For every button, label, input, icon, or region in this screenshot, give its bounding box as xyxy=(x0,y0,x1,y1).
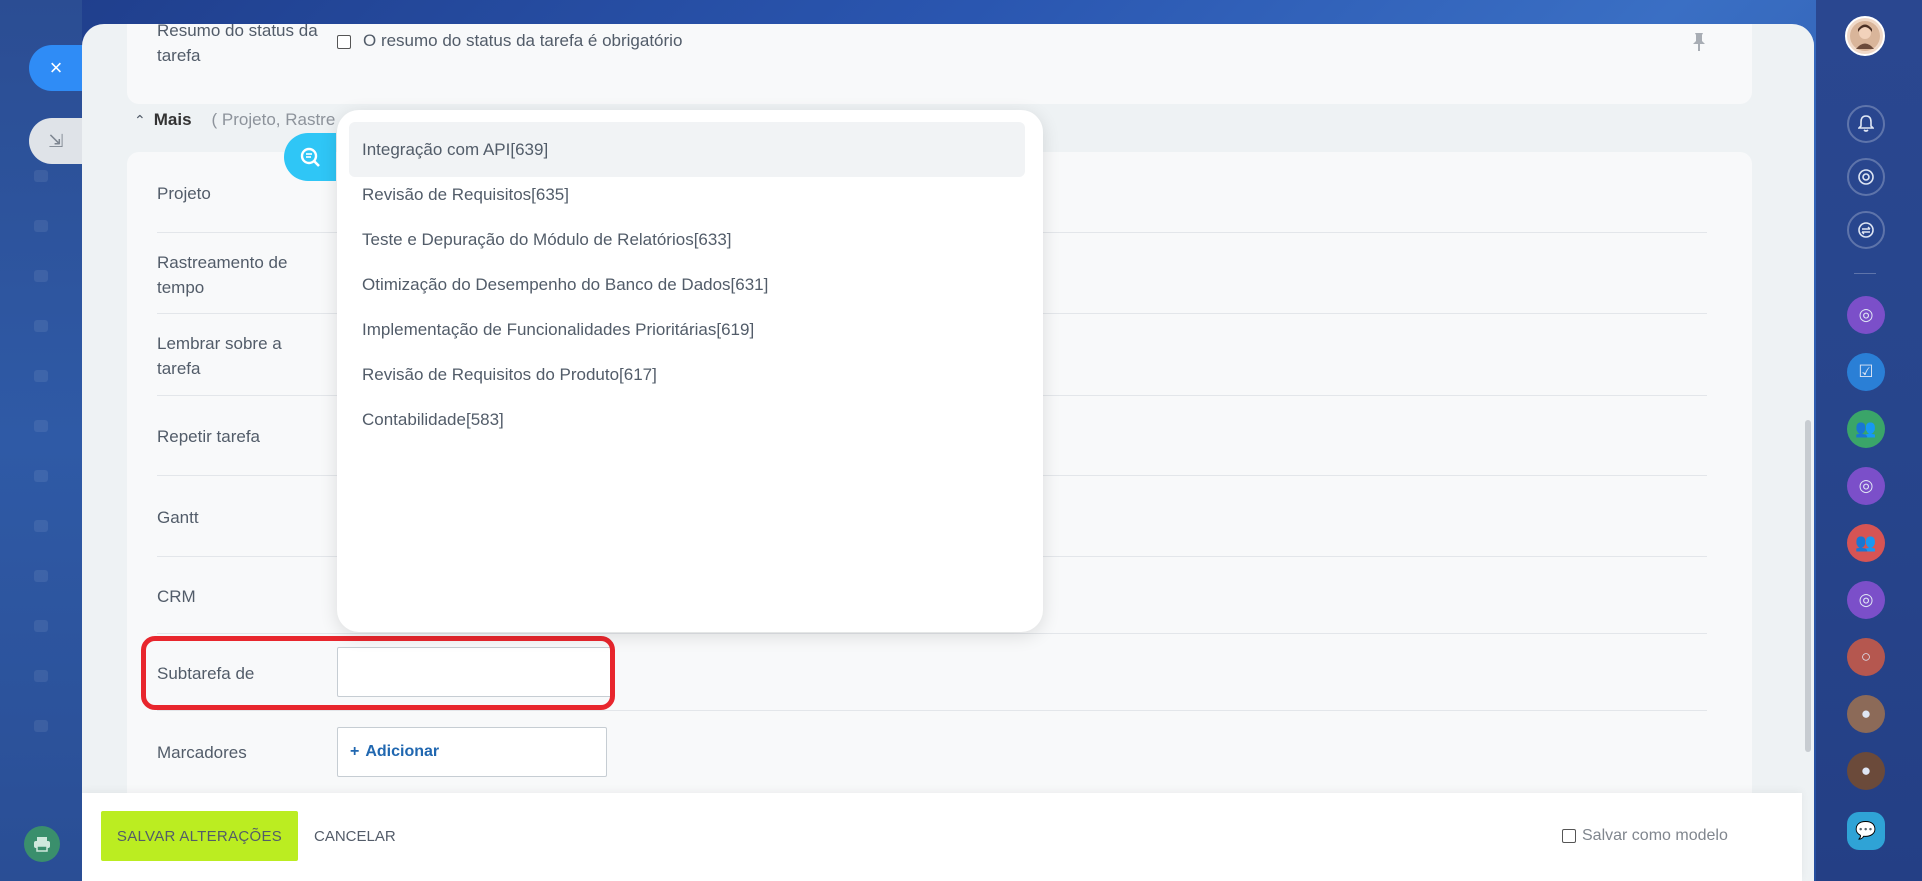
chat-button[interactable]: ○ xyxy=(1847,638,1885,676)
dropdown-option[interactable]: Contabilidade[583] xyxy=(349,392,1025,447)
status-summary-checkbox-label: O resumo do status da tarefa é obrigatór… xyxy=(363,31,683,50)
collapse-slider-button[interactable]: ⇲ xyxy=(29,118,83,164)
tags-label: Marcadores xyxy=(157,743,247,762)
dim-icon xyxy=(34,520,48,532)
close-slider-button[interactable]: × xyxy=(29,45,83,91)
circle-icon: ○ xyxy=(1860,647,1872,666)
plus-icon: + xyxy=(350,743,360,760)
dim-icon xyxy=(34,720,48,732)
chat-channel-button[interactable]: ◎ xyxy=(1847,467,1885,505)
bell-icon xyxy=(1858,115,1874,132)
save-changes-button[interactable]: SALVAR ALTERAÇÕES xyxy=(101,811,298,861)
dim-icon xyxy=(34,420,48,432)
save-as-template-label: Salvar como modelo xyxy=(1582,827,1728,844)
collapse-icon: ⇲ xyxy=(48,130,64,151)
chat-bubble-icon: 💬 xyxy=(1855,821,1877,840)
project-label: Projeto xyxy=(157,184,211,203)
contact-avatar[interactable]: ● xyxy=(1847,695,1885,733)
group-chat-button[interactable]: 👥 xyxy=(1847,524,1885,562)
close-icon: × xyxy=(49,55,63,80)
task-suggestion-dropdown: Integração com API[639] Revisão de Requi… xyxy=(337,110,1043,632)
save-as-template-toggle[interactable]: Salvar como modelo xyxy=(1562,827,1728,845)
print-button[interactable] xyxy=(24,826,60,862)
dim-icon xyxy=(34,170,48,182)
task-edit-panel: Resumo do status da tarefa O resumo do s… xyxy=(82,24,1814,881)
row-divider xyxy=(157,633,1707,634)
pin-icon[interactable] xyxy=(1692,32,1706,57)
channel-icon: ◎ xyxy=(1858,305,1874,324)
dim-icon xyxy=(34,220,48,232)
user-avatar[interactable] xyxy=(1845,16,1885,56)
status-summary-checkbox[interactable] xyxy=(337,35,351,49)
contact-avatar[interactable]: ● xyxy=(1847,752,1885,790)
notifications-button[interactable] xyxy=(1847,105,1885,143)
more-hint: ( Projeto, Rastre xyxy=(211,110,336,129)
chat-channel-button[interactable]: ◎ xyxy=(1847,296,1885,334)
channel-icon: ◎ xyxy=(1858,590,1874,609)
form-footer: SALVAR ALTERAÇÕES CANCELAR Salvar como m… xyxy=(82,793,1802,881)
add-tag-button[interactable]: + Adicionar xyxy=(337,727,607,777)
channel-icon: ◎ xyxy=(1858,476,1874,495)
dim-icon xyxy=(34,670,48,682)
printer-icon xyxy=(34,837,50,852)
rail-divider xyxy=(1854,273,1876,274)
group-chat-button[interactable]: 👥 xyxy=(1847,410,1885,448)
highlight-box xyxy=(141,636,615,710)
tasks-chat-button[interactable]: ☑ xyxy=(1847,353,1885,391)
search-icon xyxy=(300,147,320,167)
task-check-icon: ☑ xyxy=(1858,362,1874,381)
crm-label: CRM xyxy=(157,587,196,606)
dim-icon xyxy=(34,270,48,282)
group-icon: 👥 xyxy=(1855,419,1877,438)
dim-icon xyxy=(34,370,48,382)
save-as-template-checkbox[interactable] xyxy=(1562,829,1576,843)
dim-icon xyxy=(34,620,48,632)
status-summary-label: Resumo do status da tarefa xyxy=(157,24,318,65)
dim-icon xyxy=(34,570,48,582)
person-avatar-icon: ● xyxy=(1860,704,1872,723)
dim-icon xyxy=(34,470,48,482)
target-icon xyxy=(1858,169,1874,185)
dim-icon xyxy=(34,320,48,332)
repeat-task-label: Repetir tarefa xyxy=(157,427,260,446)
avatar-image xyxy=(1850,21,1880,51)
more-toggle[interactable]: ⌃ Mais ( Projeto, Rastre xyxy=(134,110,335,130)
group-icon: 👥 xyxy=(1855,533,1877,552)
gantt-label: Gantt xyxy=(157,508,199,527)
messenger-button[interactable]: 💬 xyxy=(1847,812,1885,850)
sync-button[interactable] xyxy=(1847,211,1885,249)
chat-channel-button[interactable]: ◎ xyxy=(1847,581,1885,619)
time-tracking-label: Rastreamento de tempo xyxy=(157,253,288,297)
more-label: Mais xyxy=(153,110,192,129)
search-toggle-button[interactable] xyxy=(284,133,336,181)
person-avatar-icon: ● xyxy=(1860,761,1872,780)
add-tag-label: Adicionar xyxy=(365,743,440,760)
activity-button[interactable] xyxy=(1847,158,1885,196)
cancel-button[interactable]: CANCELAR xyxy=(314,811,396,861)
chevron-up-icon: ⌃ xyxy=(134,111,146,128)
scrollbar-thumb[interactable] xyxy=(1805,420,1811,752)
row-divider xyxy=(157,710,1707,711)
sync-icon xyxy=(1858,222,1874,238)
reminder-label: Lembrar sobre a tarefa xyxy=(157,334,282,378)
